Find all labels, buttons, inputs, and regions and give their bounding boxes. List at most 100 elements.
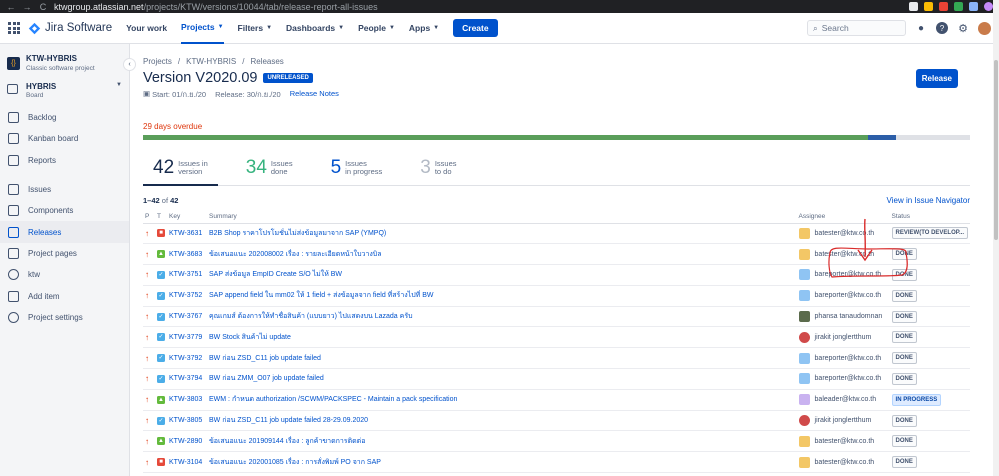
- table-row[interactable]: ↑ ✓ KTW-3767 คุณเกมส์ ต้องการให้ทำชื่อสินค้…: [143, 306, 970, 328]
- jira-logo[interactable]: Jira Software: [28, 22, 112, 35]
- release-notes-link[interactable]: Release Notes: [290, 89, 339, 101]
- project-header[interactable]: {} KTW-HYBRIS Classic software project: [0, 54, 129, 72]
- settings-gear-icon[interactable]: ⚙: [957, 22, 969, 35]
- issue-summary-link[interactable]: คุณเกมส์ ต้องการให้ทำชื่อสินค้า (แบบยาว)…: [209, 311, 649, 322]
- issue-summary-link[interactable]: BW ก่อน ZSD_C11 job update failed: [209, 353, 649, 364]
- issue-summary-link[interactable]: SAP ส่งข้อมูล EmpID Create S/O ไม่ให้ BW: [209, 269, 649, 280]
- notifications-icon[interactable]: ●: [915, 22, 927, 34]
- nav-projects[interactable]: Projects ▼: [181, 13, 224, 44]
- address-bar[interactable]: ktwgroup.atlassian.net/projects/KTW/vers…: [54, 2, 903, 12]
- sidebar-item-releases[interactable]: Releases: [0, 221, 129, 243]
- sidebar-item-components[interactable]: Components: [0, 200, 129, 221]
- forward-icon[interactable]: →: [22, 2, 32, 12]
- extension-icon[interactable]: [954, 2, 963, 11]
- breadcrumb-project[interactable]: KTW-HYBRIS: [186, 57, 236, 66]
- column-priority[interactable]: P: [143, 210, 155, 224]
- issue-key-link[interactable]: KTW-3792: [169, 355, 202, 362]
- issue-key-link[interactable]: KTW-3805: [169, 417, 202, 424]
- issue-summary-link[interactable]: ข้อเสนอแนะ 202001085 เรื่อง : การสั่งพิม…: [209, 457, 649, 468]
- issue-status-lozenge[interactable]: DONE: [891, 289, 917, 302]
- table-row[interactable]: ↑ ▲ KTW-3683 ข้อเสนอแนะ 202008002 เรื่อง : …: [143, 243, 970, 266]
- table-row[interactable]: ↑ ✓ KTW-3751 SAP ส่งข้อมูล EmpID Create S/O…: [143, 264, 970, 286]
- issue-summary-link[interactable]: ข้อเสนอแนะ 201909144 เรื่อง : ลูกค้าขาดก…: [209, 436, 649, 447]
- nav-filters[interactable]: Filters ▼: [238, 13, 272, 44]
- extension-icon[interactable]: [939, 2, 948, 11]
- table-row[interactable]: ↑ ✓ KTW-3805 BW ก่อน ZSD_C11 job update fai…: [143, 410, 970, 432]
- breadcrumb-releases[interactable]: Releases: [250, 57, 283, 66]
- table-row[interactable]: ↑ ▲ KTW-2890 ข้อเสนอแนะ 201909144 เรื่อง : …: [143, 430, 970, 453]
- issue-status-lozenge[interactable]: DONE: [891, 268, 917, 281]
- sidebar-item-backlog[interactable]: Backlog: [0, 107, 129, 128]
- table-row[interactable]: ↑ ✓ KTW-3752 SAP append field ใน mm02 ให้ 1…: [143, 285, 970, 307]
- issue-status-lozenge[interactable]: DONE: [891, 372, 917, 385]
- column-assignee[interactable]: Assignee: [796, 210, 890, 224]
- app-switcher-icon[interactable]: [8, 22, 20, 34]
- sidebar-item-project-pages[interactable]: Project pages: [0, 243, 129, 264]
- sidebar-item-reports[interactable]: Reports: [0, 150, 129, 171]
- table-row[interactable]: ↑ ✓ KTW-3792 BW ก่อน ZSD_C11 job update fai…: [143, 347, 970, 370]
- sidebar-item-kanban-board[interactable]: Kanban board: [0, 128, 129, 149]
- table-row[interactable]: ↑ ■ KTW-3631 B2B Shop ราคาโปรโมชั่นไม่ส่งข้…: [143, 223, 970, 245]
- table-row[interactable]: ↑ ✓ KTW-3794 BW ก่อน ZMM_O07 job update fai…: [143, 368, 970, 390]
- reload-icon[interactable]: C: [38, 2, 48, 12]
- user-avatar[interactable]: [978, 21, 991, 35]
- issue-summary-link[interactable]: BW Stock สินค้าไม่ update: [209, 332, 649, 343]
- stat-issues-done[interactable]: 34 Issues done: [236, 158, 303, 186]
- issue-key-link[interactable]: KTW-3794: [169, 375, 202, 382]
- issue-summary-link[interactable]: ข้อเสนอแนะ 202008002 เรื่อง : รายละเอียด…: [209, 249, 649, 260]
- column-type[interactable]: T: [155, 210, 167, 224]
- issue-key-link[interactable]: KTW-3631: [169, 230, 202, 237]
- sidebar-item-issues[interactable]: Issues: [0, 179, 129, 200]
- issue-key-link[interactable]: KTW-3767: [169, 313, 202, 320]
- column-summary[interactable]: Summary: [207, 210, 797, 224]
- issue-status-lozenge[interactable]: DONE: [891, 310, 917, 323]
- nav-dashboards[interactable]: Dashboards ▼: [286, 13, 344, 44]
- create-button[interactable]: Create: [453, 19, 498, 37]
- issue-summary-link[interactable]: EWM : กำหนด authorization /SCWM/PACKSPEC…: [209, 394, 649, 405]
- extension-icon[interactable]: [969, 2, 978, 11]
- table-row[interactable]: ↑ ▲ KTW-3803 EWM : กำหนด authorization /SCW…: [143, 389, 970, 411]
- issue-status-lozenge[interactable]: DONE: [891, 414, 917, 427]
- search-input[interactable]: ⌕ Search: [807, 20, 906, 36]
- release-button[interactable]: Release: [915, 69, 958, 88]
- stat-issues-to-do[interactable]: 3 Issues to do: [410, 158, 466, 186]
- issue-key-link[interactable]: KTW-3683: [169, 251, 202, 258]
- view-in-issue-navigator-link[interactable]: View in Issue Navigator: [887, 196, 970, 205]
- table-row[interactable]: ↑ ✓ KTW-3779 BW Stock สินค้าไม่ update jirak…: [143, 326, 970, 349]
- back-icon[interactable]: ←: [6, 2, 16, 12]
- board-selector[interactable]: HYBRIS Board ▼: [0, 82, 129, 99]
- extension-icon[interactable]: [924, 2, 933, 11]
- help-icon[interactable]: ?: [936, 22, 948, 34]
- issue-summary-link[interactable]: BW ก่อน ZSD_C11 job update failed 28-29.…: [209, 415, 649, 426]
- issue-status-lozenge[interactable]: DONE: [891, 435, 917, 448]
- issue-status-lozenge[interactable]: REVIEW(TO DEVELOP...: [891, 227, 968, 240]
- stat-issues-in-progress[interactable]: 5 Issues in progress: [321, 158, 393, 186]
- table-row[interactable]: ↑ ■ KTW-3104 ข้อเสนอแนะ 202001085 เรื่อง : …: [143, 451, 970, 474]
- sidebar-item-ktw[interactable]: ktw: [0, 264, 129, 285]
- issue-summary-link[interactable]: SAP append field ใน mm02 ให้ 1 field + ส…: [209, 290, 649, 301]
- column-status[interactable]: Status: [889, 210, 970, 224]
- issue-key-link[interactable]: KTW-2890: [169, 438, 202, 445]
- nav-people[interactable]: People ▼: [358, 13, 395, 44]
- sidebar-item-project-settings[interactable]: Project settings: [0, 307, 129, 328]
- profile-icon[interactable]: [984, 2, 993, 11]
- nav-your-work[interactable]: Your work: [126, 13, 167, 44]
- issue-status-lozenge[interactable]: DONE: [891, 248, 917, 261]
- issue-key-link[interactable]: KTW-3803: [169, 396, 202, 403]
- issue-key-link[interactable]: KTW-3751: [169, 271, 202, 278]
- issue-summary-link[interactable]: BW ก่อน ZMM_O07 job update failed: [209, 373, 649, 384]
- scrollbar-thumb[interactable]: [994, 60, 998, 240]
- column-key[interactable]: Key: [167, 210, 207, 224]
- page-scrollbar[interactable]: [993, 0, 999, 476]
- issue-key-link[interactable]: KTW-3104: [169, 459, 202, 466]
- breadcrumb-projects[interactable]: Projects: [143, 57, 172, 66]
- issue-status-lozenge[interactable]: IN PROGRESS: [891, 393, 942, 406]
- sidebar-item-add-item[interactable]: Add item: [0, 285, 129, 306]
- stat-issues-in-version[interactable]: 42 Issues in version: [143, 158, 218, 186]
- bookmark-icon[interactable]: [909, 2, 918, 11]
- issue-status-lozenge[interactable]: DONE: [891, 331, 917, 344]
- issue-summary-link[interactable]: B2B Shop ราคาโปรโมชั่นไม่ส่งข้อมูลมาจาก …: [209, 228, 649, 239]
- issue-status-lozenge[interactable]: DONE: [891, 456, 917, 469]
- nav-apps[interactable]: Apps ▼: [409, 13, 439, 44]
- issue-key-link[interactable]: KTW-3779: [169, 334, 202, 341]
